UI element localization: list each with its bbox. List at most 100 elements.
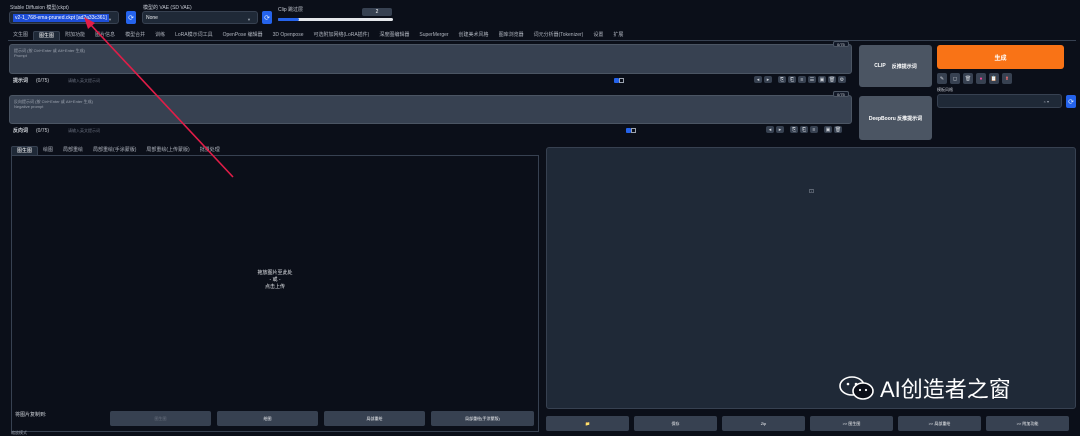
tab-item[interactable]: 图库浏览器 [494, 31, 529, 40]
prompt-placeholder: Prompt [14, 53, 27, 58]
watermark-text: AI创造者之窗 [880, 377, 1011, 402]
subtab-item[interactable]: 批量处理 [195, 146, 225, 155]
save-style-icon[interactable]: ⬆ [1002, 73, 1012, 84]
subtab-item[interactable]: 局部重绘(手涂蒙版) [88, 146, 141, 155]
vae-select[interactable]: None ▼ [142, 11, 258, 24]
checkbox[interactable] [619, 78, 624, 83]
chevron-down-icon: ▼ [247, 17, 251, 22]
output-action-button[interactable]: Zip [722, 416, 805, 431]
tab-item[interactable]: 创建美术风格 [454, 31, 494, 40]
model-value: v2-1_768-ema-pruned.ckpt [ad2a33c361] [13, 13, 109, 22]
tab-item[interactable]: 训练 [150, 31, 170, 40]
clipboard-icon[interactable]: 📋 [989, 73, 999, 84]
tab-item[interactable]: 词元分析器(Tokenizer) [529, 31, 589, 40]
output-action-button[interactable]: >> 附加功能 [986, 416, 1069, 431]
refresh-model-button[interactable]: ⟳ [126, 11, 136, 24]
negative-prompt-textarea[interactable]: 反向提示词 (按 Ctrl+Enter 或 Alt+Enter 生成) Nega… [9, 95, 852, 124]
tab-item[interactable]: 图生图 [33, 31, 61, 40]
tabs-divider [8, 40, 1076, 41]
clip-interrogate-button[interactable]: CLIP 反推提示词 [859, 45, 932, 87]
translate-icon[interactable]: ≡ [798, 76, 806, 83]
copy-to-label: 将图片复制到: [15, 412, 47, 418]
prompt-helper-count: (0/75) [36, 77, 50, 84]
open-folder-button[interactable]: 📁 [546, 416, 629, 431]
tab-item[interactable]: 可选附加网络(LoRA插件) [309, 31, 375, 40]
style-icon[interactable]: ● [976, 73, 986, 84]
undo-icon[interactable]: ◂ [754, 76, 762, 83]
refresh-icon: ⟳ [1068, 98, 1074, 106]
main-tabs: 文生图 图生图 附加功能 图片信息 模型合并 训练 LoRA模示词工具 OpenPose 编辑… [8, 31, 628, 40]
refresh-styles-button[interactable]: ⟳ [1066, 95, 1076, 108]
undo-icon[interactable]: ◂ [766, 126, 774, 133]
square-icon[interactable]: ◻ [950, 73, 960, 84]
tab-item[interactable]: 附加功能 [60, 31, 90, 40]
generate-tools: ✎ ◻ 🗑 ● 📋 ⬆ [937, 73, 1012, 84]
trash-icon[interactable]: 🗑 [963, 73, 973, 84]
wechat-icon [839, 376, 874, 400]
tab-item[interactable]: 模型合并 [120, 31, 150, 40]
clip-label: CLIP [874, 63, 886, 69]
tab-item[interactable]: SuperMerger [414, 31, 453, 40]
translate-icon[interactable]: ≡ [810, 126, 818, 133]
tab-item[interactable]: 扩展 [608, 31, 628, 40]
subtab-item[interactable]: 图生图 [11, 146, 39, 155]
tab-item[interactable]: 设置 [588, 31, 608, 40]
tab-item[interactable]: 图片信息 [90, 31, 120, 40]
checkbox[interactable] [631, 128, 636, 133]
deepbooru-interrogate-button[interactable]: DeepBooru 反推提示词 [859, 96, 932, 140]
refresh-vae-button[interactable]: ⟳ [262, 11, 272, 24]
prompt-helper-input[interactable]: 请输入英文提示词 [66, 77, 620, 84]
prompt-checkboxes[interactable] [614, 78, 624, 85]
prompt-helper-row: 提示词 (0/75) [13, 77, 50, 85]
paste-icon[interactable]: ⎗ [788, 76, 796, 83]
prompt-toolbar: ◂ ▸ ⎘ ⎗ ≡ ☰ ▣ 🗑 ⚙ [752, 76, 846, 83]
clip-skip-input[interactable]: 2 [362, 8, 392, 16]
list-icon[interactable]: ☰ [808, 76, 816, 83]
tab-item[interactable]: LoRA模示词工具 [170, 31, 218, 40]
neg-helper-count: (0/75) [36, 127, 50, 134]
prompt-textarea[interactable]: 提示词 (按 Ctrl+Enter 或 Alt+Enter 生成) Prompt [9, 44, 852, 74]
settings-icon[interactable]: ⚙ [838, 76, 846, 83]
img2img-subtabs: 图生图 绘图 局部重绘 局部重绘(手涂蒙版) 局部重绘(上传蒙版) 批量处理 [11, 146, 225, 155]
image-icon[interactable]: ▣ [824, 126, 832, 133]
output-action-button[interactable]: 保存 [634, 416, 717, 431]
upload-line-3: 点击上传 [264, 284, 285, 290]
copy-icon[interactable]: ⎘ [778, 76, 786, 83]
subtab-item[interactable]: 绘图 [38, 146, 58, 155]
model-select[interactable]: v2-1_768-ema-pruned.ckpt [ad2a33c361] ▼ [9, 11, 119, 24]
copy-to-inpaint-sketch-button[interactable]: 局部重绘(手涂蒙版) [431, 411, 534, 426]
redo-icon[interactable]: ▸ [764, 76, 772, 83]
tab-item[interactable]: 深度图编辑器 [374, 31, 414, 40]
neg-checkboxes[interactable] [626, 128, 636, 135]
tab-item[interactable]: 3D Openpose [268, 31, 309, 40]
copy-to-img2img-button[interactable]: 图生图 [110, 411, 211, 426]
style-select[interactable]: × ▾ [937, 94, 1062, 108]
trash-icon[interactable]: 🗑 [834, 126, 842, 133]
pencil-icon[interactable]: ✎ [937, 73, 947, 84]
clear-icon[interactable]: × ▾ [1044, 99, 1049, 104]
trash-icon[interactable]: 🗑 [828, 76, 836, 83]
neg-placeholder: Negative prompt [14, 104, 44, 109]
tab-item[interactable]: OpenPose 编辑器 [218, 31, 268, 40]
output-action-button[interactable]: >> 局部重绘 [898, 416, 981, 431]
prompt-helper-label: 提示词 [13, 78, 29, 84]
output-buttons: 📁 保存 Zip >> 图生图 >> 局部重绘 >> 附加功能 [546, 416, 1069, 431]
output-action-button[interactable]: >> 图生图 [810, 416, 893, 431]
redo-icon[interactable]: ▸ [776, 126, 784, 133]
chevron-down-icon: ▼ [108, 17, 112, 22]
subtab-item[interactable]: 局部重绘 [58, 146, 88, 155]
copy-to-sketch-button[interactable]: 绘图 [217, 411, 318, 426]
tab-item[interactable]: 文生图 [8, 31, 33, 40]
model-label: Stable Diffusion 模型(ckpt) [10, 5, 69, 11]
clip-skip-slider[interactable] [278, 18, 393, 21]
generate-button[interactable]: 生成 [937, 45, 1064, 69]
neg-helper-input[interactable]: 请输入英文提示词 [66, 127, 632, 134]
copy-to-inpaint-button[interactable]: 局部重绘 [324, 411, 425, 426]
paste-icon[interactable]: ⎗ [800, 126, 808, 133]
image-upload-area[interactable]: 拖放图片至此处 - 或 - 点击上传 [11, 156, 539, 432]
subtab-item[interactable]: 局部重绘(上传蒙版) [141, 146, 194, 155]
neg-toolbar: ◂ ▸ ⎘ ⎗ ≡ ▣ 🗑 [764, 126, 842, 133]
copy-icon[interactable]: ⎘ [790, 126, 798, 133]
neg-helper-label: 反向词 [13, 128, 29, 134]
image-icon[interactable]: ▣ [818, 76, 826, 83]
